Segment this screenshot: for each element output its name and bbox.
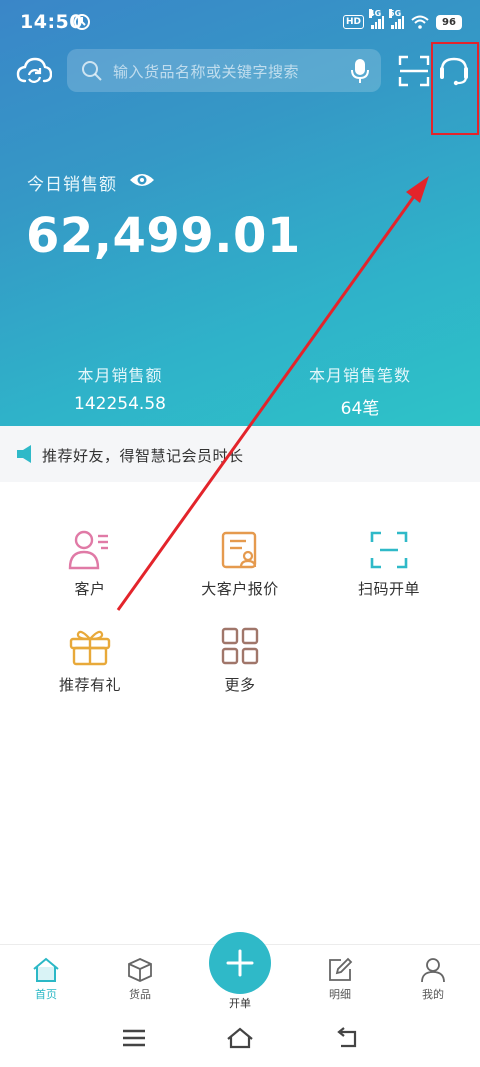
tab-mine[interactable]: 我的 bbox=[398, 957, 468, 1002]
box-icon bbox=[128, 958, 152, 982]
plus-icon bbox=[226, 949, 254, 977]
tab-label: 首页 bbox=[35, 988, 57, 1001]
feature-customer[interactable]: 客户 bbox=[30, 530, 150, 620]
back-icon[interactable] bbox=[333, 1026, 361, 1050]
feature-label: 扫码开单 bbox=[357, 580, 420, 598]
month-orders-label: 本月销售笔数 bbox=[308, 366, 411, 385]
microphone-icon[interactable] bbox=[350, 58, 370, 84]
more-grid-icon bbox=[221, 627, 259, 665]
hd-icon: HD bbox=[342, 15, 364, 29]
home-icon bbox=[33, 957, 59, 982]
tab-details[interactable]: 明细 bbox=[305, 957, 375, 1002]
scan-order-icon bbox=[370, 531, 408, 569]
feature-label: 更多 bbox=[224, 676, 256, 694]
feature-more[interactable]: 更多 bbox=[180, 626, 300, 716]
battery-icon: 96 bbox=[436, 14, 462, 30]
menu-icon[interactable] bbox=[120, 1026, 148, 1050]
search-icon bbox=[82, 61, 102, 81]
customer-icon bbox=[68, 530, 108, 570]
notice-text: 推荐好友，得智慧记会员时长 bbox=[42, 447, 244, 465]
highlight-box bbox=[431, 42, 479, 135]
month-sales-value: 142254.58 bbox=[74, 394, 166, 414]
system-nav-bar bbox=[0, 1010, 480, 1067]
new-order-button[interactable] bbox=[209, 932, 271, 994]
status-indicators: HD 4G 5G 96 bbox=[342, 9, 462, 32]
month-sales-stat[interactable]: 本月销售额 142254.58 bbox=[20, 362, 220, 414]
app-notification-icon bbox=[74, 14, 90, 30]
new-order-label: 开单 bbox=[229, 997, 251, 1010]
feature-gift[interactable]: 推荐有礼 bbox=[30, 626, 150, 716]
today-sales-amount: 62,499.01 bbox=[26, 208, 301, 264]
user-icon bbox=[421, 958, 445, 983]
feature-label: 大客户报价 bbox=[201, 580, 279, 598]
quote-icon bbox=[221, 531, 257, 569]
feature-quote[interactable]: 大客户报价 bbox=[180, 530, 300, 620]
month-sales-label: 本月销售额 bbox=[77, 366, 163, 385]
cloud-sync-icon[interactable] bbox=[16, 56, 52, 88]
tab-goods[interactable]: 货品 bbox=[105, 957, 175, 1002]
search-input[interactable]: 输入货品名称或关键字搜索 bbox=[67, 49, 381, 92]
eye-icon[interactable] bbox=[129, 170, 155, 190]
today-sales-label: 今日销售额 bbox=[27, 175, 117, 195]
scan-icon[interactable] bbox=[398, 55, 430, 87]
signal-5g-icon: 5G bbox=[389, 9, 404, 29]
feature-scan-order[interactable]: 扫码开单 bbox=[329, 530, 449, 620]
wifi-icon bbox=[411, 15, 429, 29]
speaker-icon bbox=[17, 445, 31, 463]
tab-home[interactable]: 首页 bbox=[11, 957, 81, 1002]
feature-label: 推荐有礼 bbox=[58, 676, 121, 694]
search-placeholder: 输入货品名称或关键字搜索 bbox=[113, 63, 300, 81]
edit-icon bbox=[329, 957, 353, 981]
month-orders-value: 64笔 bbox=[340, 399, 380, 419]
status-bar: 14:50 HD 4G 5G 96 bbox=[0, 0, 480, 42]
tab-label: 我的 bbox=[422, 988, 444, 1001]
signal-4g-icon: 4G bbox=[369, 9, 384, 29]
gift-icon bbox=[69, 630, 111, 666]
tab-label: 明细 bbox=[329, 988, 351, 1001]
feature-label: 客户 bbox=[74, 580, 106, 598]
month-orders-stat[interactable]: 本月销售笔数 64笔 bbox=[260, 362, 460, 419]
tab-label: 货品 bbox=[129, 988, 151, 1001]
home-nav-icon[interactable] bbox=[226, 1026, 254, 1050]
